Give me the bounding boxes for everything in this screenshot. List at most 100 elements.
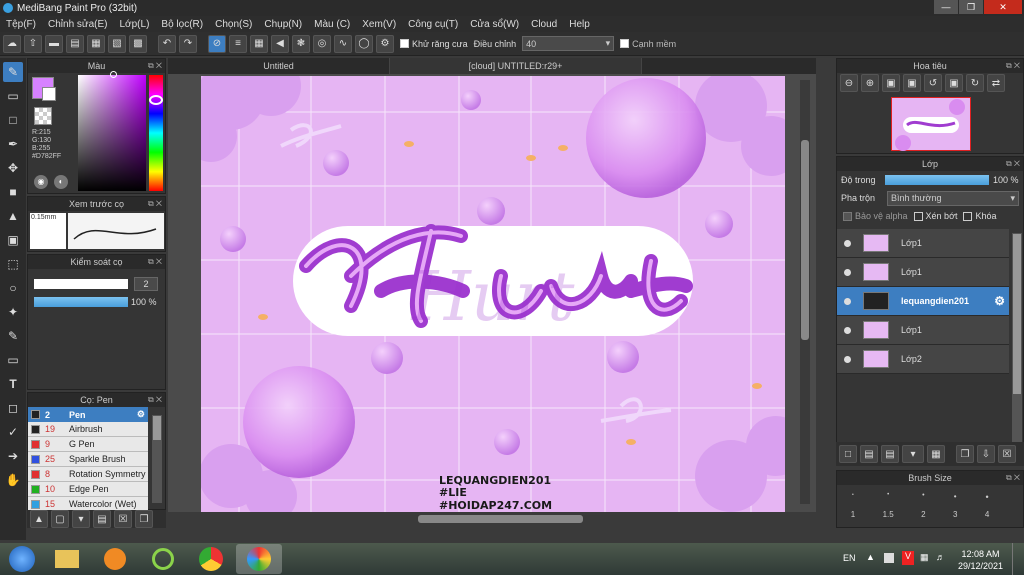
taskbar-app[interactable]: [140, 544, 186, 574]
menu-file[interactable]: Tệp(F): [0, 19, 42, 30]
tiles-icon[interactable]: ▩: [129, 34, 147, 53]
menu-window[interactable]: Cửa sổ(W): [464, 19, 525, 30]
dot-tool-icon[interactable]: □: [3, 110, 23, 130]
show-desktop-button[interactable]: [1012, 543, 1024, 575]
menu-layer[interactable]: Lớp(L): [114, 19, 156, 30]
input-language[interactable]: EN: [843, 553, 856, 563]
zoom-out-icon[interactable]: ⊖: [840, 74, 858, 92]
brush-duplicate-icon[interactable]: ❐: [135, 510, 153, 528]
brush-item[interactable]: 8 Rotation Symmetry: [28, 467, 148, 482]
crisscross-snap-icon[interactable]: ▦: [250, 34, 268, 53]
brush-item[interactable]: 25 Sparkle Brush: [28, 452, 148, 467]
grid-icon[interactable]: ▧: [108, 34, 126, 53]
network-icon[interactable]: ▦: [920, 552, 929, 563]
rotate-right-icon[interactable]: ↻: [966, 74, 984, 92]
hue-handle[interactable]: [149, 95, 163, 105]
eyedropper-icon[interactable]: ✓: [3, 422, 23, 442]
share-icon[interactable]: ⇧: [24, 34, 42, 53]
document-icon[interactable]: ▤: [66, 34, 84, 53]
background-swatch[interactable]: [42, 87, 56, 101]
color-swap-icon[interactable]: ◐: [54, 175, 68, 189]
size-preset[interactable]: • 2: [921, 492, 925, 519]
menu-view[interactable]: Xem(V): [356, 19, 402, 30]
brush-size-value[interactable]: 2: [134, 277, 158, 291]
tab-untitled[interactable]: Untitled: [168, 58, 390, 74]
visibility-icon[interactable]: [844, 268, 851, 276]
sv-picker-handle[interactable]: [110, 71, 117, 78]
menu-tools[interactable]: Công cụ(T): [402, 19, 464, 30]
layer-row[interactable]: Lớp1: [837, 316, 1009, 345]
tray-icon[interactable]: [884, 553, 894, 563]
visibility-icon[interactable]: [844, 355, 851, 363]
adjust-dropdown[interactable]: 40 ▾: [522, 36, 615, 51]
circle-snap-icon[interactable]: ◎: [313, 34, 331, 53]
settings-icon[interactable]: ⚙: [376, 34, 394, 53]
menu-help[interactable]: Help: [563, 19, 596, 30]
close-button[interactable]: ✕: [984, 0, 1022, 14]
brush-list-scrollbar[interactable]: [152, 415, 162, 503]
brush-menu-icon[interactable]: ▾: [72, 510, 90, 528]
transparent-swatch[interactable]: [34, 107, 52, 125]
bucket-tool-icon[interactable]: ▲: [3, 206, 23, 226]
brush-delete-icon[interactable]: ☒: [114, 510, 132, 528]
lock-checkbox[interactable]: [963, 211, 973, 221]
blend-mode-dropdown[interactable]: Bình thường ▾: [887, 190, 1019, 206]
hue-slider[interactable]: [149, 75, 163, 191]
tab-cloud-untitled[interactable]: [cloud] UNTITLED:r29+: [390, 58, 642, 74]
layer-row[interactable]: Lớp1: [837, 258, 1009, 287]
protect-alpha-checkbox[interactable]: [843, 211, 852, 221]
brush-item[interactable]: 2 Pen ⚙: [28, 407, 148, 422]
size-preset[interactable]: • 1: [851, 492, 855, 519]
clock[interactable]: 12:08 AM 29/12/2021: [958, 548, 1003, 572]
no-snap-icon[interactable]: ⊘: [208, 34, 226, 53]
undo-icon[interactable]: ↶: [158, 34, 176, 53]
vanishing-snap-icon[interactable]: ◀: [271, 34, 289, 53]
minimize-button[interactable]: —: [934, 0, 958, 14]
panel-controls-icon[interactable]: ⧉ ✕: [148, 255, 162, 269]
new-8bit-layer-icon[interactable]: ▤: [881, 445, 899, 463]
restore-button[interactable]: ❐: [959, 0, 983, 14]
text-tool-icon[interactable]: T: [3, 374, 23, 394]
panel-controls-icon[interactable]: ⧉ ✕: [1006, 157, 1020, 171]
comment-icon[interactable]: ▬: [45, 34, 63, 53]
parallel-snap-icon[interactable]: ≡: [229, 34, 247, 53]
fit-icon[interactable]: ▣: [882, 74, 900, 92]
palette-icon[interactable]: ◉: [34, 175, 48, 189]
delete-layer-icon[interactable]: ☒: [998, 445, 1016, 463]
curve-snap-icon[interactable]: ∿: [334, 34, 352, 53]
hand-tool-icon[interactable]: ✋: [3, 470, 23, 490]
rotate-left-icon[interactable]: ↺: [924, 74, 942, 92]
horizontal-scroll-thumb[interactable]: [418, 515, 583, 523]
opacity-slider[interactable]: [34, 297, 128, 307]
antialias-checkbox[interactable]: [400, 39, 409, 48]
visibility-icon[interactable]: [844, 326, 851, 334]
soft-edge-checkbox[interactable]: [620, 39, 630, 48]
select-rect-icon[interactable]: ⬚: [3, 254, 23, 274]
brush-pen-icon[interactable]: ✒: [3, 134, 23, 154]
size-preset[interactable]: • 4: [985, 492, 989, 519]
actual-size-icon[interactable]: ▣: [903, 74, 921, 92]
eraser-tool-icon[interactable]: ▭: [3, 86, 23, 106]
menu-cloud[interactable]: Cloud: [525, 19, 563, 30]
panel-controls-icon[interactable]: ⧉ ✕: [1006, 471, 1020, 485]
menu-filter[interactable]: Bộ lọc(R): [155, 19, 209, 30]
new-layer-icon[interactable]: □: [839, 445, 857, 463]
panel-controls-icon[interactable]: ⧉ ✕: [1006, 59, 1020, 73]
taskbar-medibang[interactable]: [236, 544, 282, 574]
saturation-value-picker[interactable]: [78, 75, 146, 191]
magic-wand-icon[interactable]: ✦: [3, 302, 23, 322]
canvas-horizontal-scrollbar[interactable]: [168, 512, 816, 526]
select-pen-icon[interactable]: ✎: [3, 326, 23, 346]
taskbar-chrome[interactable]: [188, 544, 234, 574]
divide-tool-icon[interactable]: ◻: [3, 398, 23, 418]
panel-controls-icon[interactable]: ⧉ ✕: [148, 393, 162, 407]
page-icon[interactable]: ▦: [87, 34, 105, 53]
menu-select[interactable]: Chọn(S): [209, 19, 258, 30]
move-tool-icon[interactable]: ✥: [3, 158, 23, 178]
new-halftone-layer-icon[interactable]: ▤: [860, 445, 878, 463]
layer-opacity-slider[interactable]: [885, 175, 989, 185]
fill-rect-icon[interactable]: ■: [3, 182, 23, 202]
layer-list-scrollbar[interactable]: [1012, 233, 1022, 443]
start-button[interactable]: [2, 544, 42, 574]
operation-tool-icon[interactable]: ➔: [3, 446, 23, 466]
